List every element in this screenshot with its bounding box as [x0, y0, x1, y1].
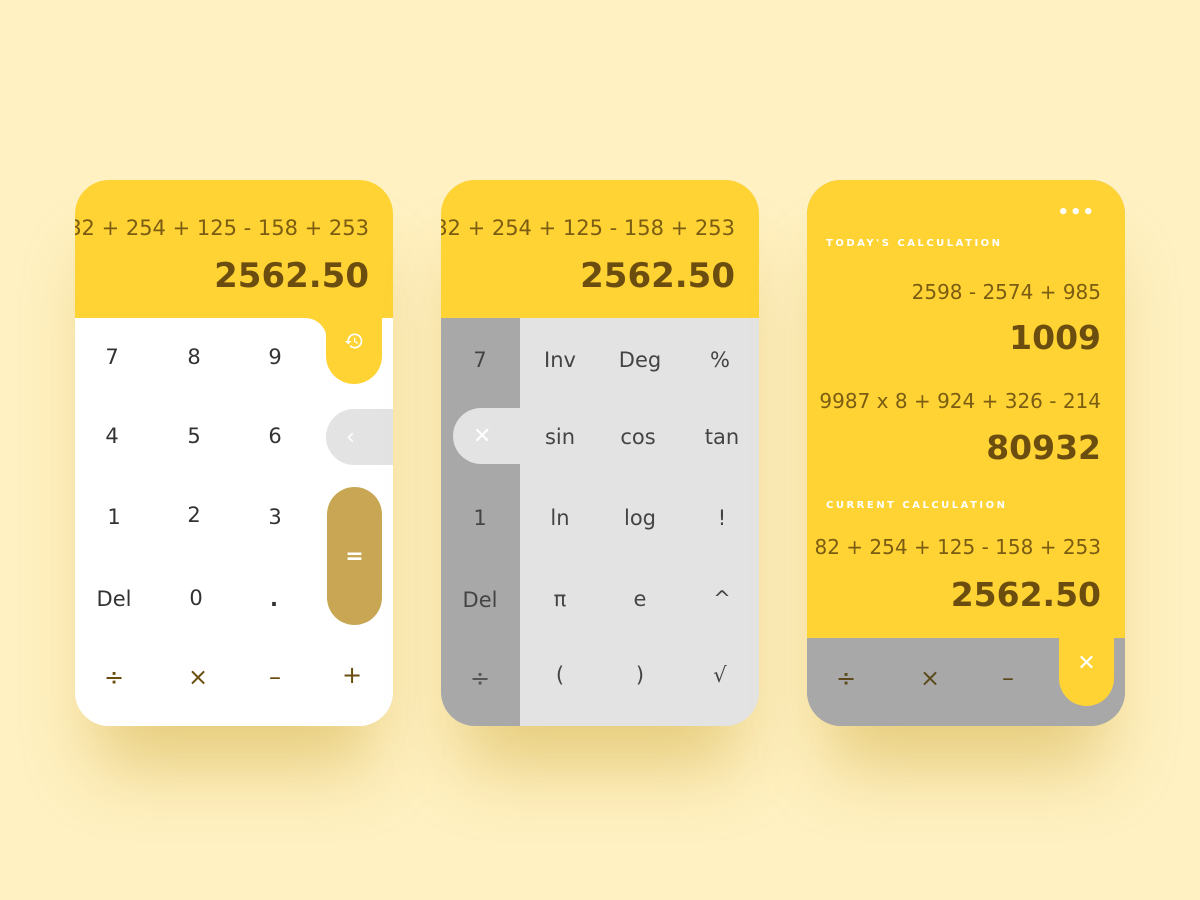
key-sin[interactable]: sin — [525, 412, 595, 462]
equals-label: = — [345, 543, 364, 569]
current-label: CURRENT CALCULATION — [826, 500, 1008, 511]
result: 2562.50 — [214, 256, 369, 296]
key-minus[interactable]: – — [240, 652, 310, 702]
key-open-paren[interactable]: ( — [525, 650, 595, 700]
key-ln[interactable]: ln — [525, 493, 595, 543]
key-2[interactable]: 2 — [159, 490, 229, 540]
key-divide[interactable]: ÷ — [445, 653, 515, 703]
key-7[interactable]: 7 — [77, 332, 147, 382]
key-power[interactable]: ^ — [687, 574, 757, 624]
key-9[interactable]: 9 — [240, 332, 310, 382]
key-del[interactable]: Del — [445, 575, 515, 625]
calculator-history: ✕ ••• TODAY'S CALCULATION 2598 - 2574 + … — [807, 180, 1125, 726]
equals-button[interactable]: = — [327, 487, 382, 625]
key-divide[interactable]: ÷ — [79, 652, 149, 702]
key-plus[interactable]: + — [317, 650, 387, 700]
back-tab[interactable]: ‹ — [326, 409, 393, 465]
close-icon: ✕ — [473, 423, 492, 449]
close-icon: ✕ — [1077, 650, 1096, 676]
key-e[interactable]: e — [605, 574, 675, 624]
key-del[interactable]: Del — [79, 574, 149, 624]
history-icon — [344, 333, 363, 349]
history-result: 1009 — [1009, 318, 1101, 357]
calculator-scientific: 82 + 254 + 125 - 158 + 253 2562.50 ✕ 7 1… — [441, 180, 759, 726]
today-label: TODAY'S CALCULATION — [826, 238, 1003, 249]
key-5[interactable]: 5 — [159, 411, 229, 461]
key-1[interactable]: 1 — [445, 493, 515, 543]
key-8[interactable]: 8 — [159, 332, 229, 382]
key-3[interactable]: 3 — [240, 492, 310, 542]
current-result: 2562.50 — [950, 575, 1101, 614]
ops-bar-edge — [1114, 638, 1125, 726]
current-expression: 82 + 254 + 125 - 158 + 253 — [814, 535, 1102, 559]
chevron-left-icon: ‹ — [346, 424, 355, 450]
key-6[interactable]: 6 — [240, 411, 310, 461]
key-factorial[interactable]: ! — [687, 493, 757, 543]
display: 82 + 254 + 125 - 158 + 253 2562.50 — [441, 180, 759, 318]
key-sqrt[interactable]: √ — [685, 650, 755, 700]
key-close-paren[interactable]: ) — [605, 650, 675, 700]
key-7[interactable]: 7 — [445, 335, 515, 385]
key-pi[interactable]: π — [525, 574, 595, 624]
key-multiply[interactable]: × — [895, 653, 965, 703]
expression: 82 + 254 + 125 - 158 + 253 — [441, 216, 735, 240]
key-inv[interactable]: Inv — [525, 335, 595, 385]
key-percent[interactable]: % — [685, 335, 755, 385]
key-cos[interactable]: cos — [603, 412, 673, 462]
key-multiply[interactable]: × — [163, 652, 233, 702]
result: 2562.50 — [580, 256, 735, 296]
key-log[interactable]: log — [605, 493, 675, 543]
key-minus[interactable]: – — [973, 653, 1043, 703]
key-0[interactable]: 0 — [161, 573, 231, 623]
history-result: 80932 — [986, 428, 1101, 467]
key-4[interactable]: 4 — [77, 411, 147, 461]
more-menu-icon[interactable]: ••• — [1057, 202, 1095, 223]
key-1[interactable]: 1 — [79, 492, 149, 542]
expression: 82 + 254 + 125 - 158 + 253 — [75, 216, 369, 240]
key-decimal[interactable]: . — [239, 574, 309, 624]
calculator-basic: 82 + 254 + 125 - 158 + 253 2562.50 ‹ = 7… — [75, 180, 393, 726]
close-tab[interactable]: ✕ — [453, 408, 533, 464]
history-expression: 2598 - 2574 + 985 — [911, 280, 1101, 304]
key-tan[interactable]: tan — [687, 412, 757, 462]
history-button[interactable] — [326, 298, 382, 384]
history-expression: 9987 x 8 + 924 + 326 - 214 — [819, 389, 1101, 413]
key-divide[interactable]: ÷ — [811, 653, 881, 703]
key-deg[interactable]: Deg — [605, 335, 675, 385]
close-history-button[interactable]: ✕ — [1059, 620, 1114, 706]
